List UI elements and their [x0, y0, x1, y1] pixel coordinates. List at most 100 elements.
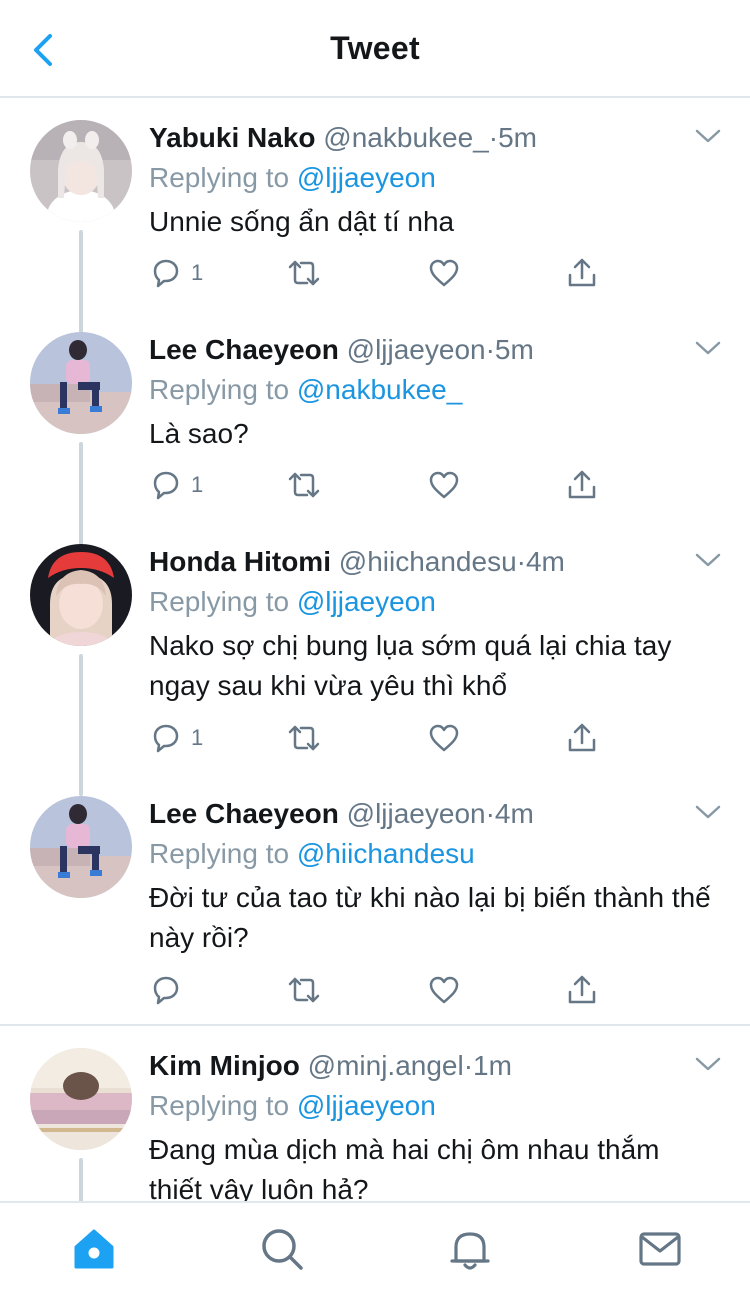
- heart-icon: [429, 976, 459, 1004]
- bottom-tab-bar: [0, 1201, 750, 1302]
- tweet-actions: 1: [149, 718, 609, 758]
- reply-icon: [153, 724, 179, 753]
- replying-to-handle[interactable]: @nakbukee_: [297, 374, 462, 405]
- retweet-button[interactable]: [287, 253, 321, 293]
- separator-dot: ·: [463, 1050, 474, 1081]
- chevron-down-icon[interactable]: [694, 338, 722, 358]
- reply-count: 1: [191, 472, 204, 497]
- tweet-text: Nako sợ chị bung lụa sớm quá lại chia ta…: [149, 630, 672, 701]
- user-handle[interactable]: @ljjaeyeon: [347, 798, 486, 829]
- replying-to-label: Replying to: [149, 162, 290, 193]
- share-icon: [568, 258, 596, 287]
- tweet-actions: [149, 970, 609, 1010]
- reply-count: 1: [191, 725, 204, 750]
- retweet-icon: [288, 472, 320, 498]
- replying-to-handle[interactable]: @ljjaeyeon: [297, 586, 436, 617]
- chevron-down-icon[interactable]: [694, 802, 722, 822]
- reply-button[interactable]: [149, 970, 191, 1010]
- separator-dot: ·: [485, 798, 495, 829]
- tweet[interactable]: Yabuki Nako @nakbukee_·5m Replying to @l…: [0, 120, 750, 340]
- user-handle[interactable]: @hiichandesu: [339, 546, 517, 577]
- like-button[interactable]: [427, 718, 461, 758]
- tweet-content: Honda Hitomi @hiichandesu·4m Replying to…: [149, 544, 720, 706]
- tweet-header: Yabuki Nako @nakbukee_·5m: [149, 120, 720, 156]
- replying-to-label: Replying to: [149, 374, 290, 405]
- reply-icon: [153, 471, 179, 500]
- divider: [0, 1024, 750, 1026]
- thread-line: [79, 442, 83, 552]
- display-name[interactable]: Yabuki Nako: [149, 122, 316, 153]
- timestamp: 1m: [473, 1050, 512, 1081]
- avatar[interactable]: [30, 332, 132, 434]
- replying-to-handle[interactable]: @ljjaeyeon: [297, 1090, 436, 1121]
- retweet-icon: [288, 260, 320, 286]
- user-handle[interactable]: @nakbukee_: [323, 122, 488, 153]
- notifications-icon[interactable]: [446, 1225, 494, 1273]
- retweet-button[interactable]: [287, 465, 321, 505]
- timestamp: 4m: [494, 798, 534, 829]
- tweet-content: Lee Chaeyeon @ljjaeyeon·4m Replying to @…: [149, 796, 720, 958]
- share-icon: [568, 723, 596, 752]
- separator-dot: ·: [488, 122, 499, 153]
- thread-line: [79, 230, 83, 340]
- replying-to-handle[interactable]: @ljjaeyeon: [297, 162, 436, 193]
- replying-to: Replying to @ljjaeyeon: [149, 584, 720, 620]
- tweet[interactable]: Lee Chaeyeon @ljjaeyeon·5m Replying to @…: [0, 332, 750, 552]
- retweet-button[interactable]: [287, 718, 321, 758]
- chevron-down-icon[interactable]: [694, 550, 722, 570]
- reply-count: 1: [191, 260, 204, 285]
- thread-line: [79, 1158, 83, 1201]
- user-handle[interactable]: @minj.angel: [308, 1050, 464, 1081]
- chevron-down-icon[interactable]: [694, 126, 722, 146]
- user-handle[interactable]: @ljjaeyeon: [347, 334, 486, 365]
- tweet[interactable]: Lee Chaeyeon @ljjaeyeon·4m Replying to @…: [0, 796, 750, 1024]
- reply-icon: [153, 976, 179, 1005]
- tweet-header: Honda Hitomi @hiichandesu·4m: [149, 544, 720, 580]
- timestamp: 5m: [498, 122, 537, 153]
- heart-icon: [429, 259, 459, 287]
- reply-button[interactable]: 1: [149, 253, 203, 293]
- like-button[interactable]: [427, 253, 461, 293]
- avatar[interactable]: [30, 796, 132, 898]
- display-name[interactable]: Lee Chaeyeon: [149, 334, 339, 365]
- tweet-text: Unnie sống ẩn dật tí nha: [149, 206, 455, 237]
- retweet-button[interactable]: [287, 970, 321, 1010]
- avatar[interactable]: [30, 120, 132, 222]
- tweet-text: Là sao?: [149, 418, 249, 449]
- share-button[interactable]: [565, 465, 599, 505]
- display-name[interactable]: Kim Minjoo: [149, 1050, 300, 1081]
- tweet-content: Kim Minjoo @minj.angel·1m Replying to @l…: [149, 1048, 720, 1201]
- retweet-icon: [288, 725, 320, 751]
- replying-to-label: Replying to: [149, 1090, 290, 1121]
- share-icon: [568, 975, 596, 1004]
- retweet-icon: [288, 977, 320, 1003]
- avatar[interactable]: [30, 544, 132, 646]
- like-button[interactable]: [427, 970, 461, 1010]
- share-button[interactable]: [565, 718, 599, 758]
- reply-button[interactable]: 1: [149, 465, 203, 505]
- replying-to-label: Replying to: [149, 838, 290, 869]
- search-icon[interactable]: [258, 1225, 306, 1273]
- messages-icon[interactable]: [636, 1225, 684, 1273]
- thread-line: [79, 654, 83, 796]
- tweet-actions: 1: [149, 465, 609, 505]
- heart-icon: [429, 724, 459, 752]
- tweet-content: Yabuki Nako @nakbukee_·5m Replying to @l…: [149, 120, 720, 242]
- timestamp: 4m: [525, 546, 565, 577]
- like-button[interactable]: [427, 465, 461, 505]
- home-icon[interactable]: [70, 1225, 118, 1273]
- display-name[interactable]: Lee Chaeyeon: [149, 798, 339, 829]
- tweet-header: Lee Chaeyeon @ljjaeyeon·5m: [149, 332, 720, 368]
- tweet-text: Đời tư của tao từ khi nào lại bị biến th…: [149, 882, 711, 953]
- share-button[interactable]: [565, 253, 599, 293]
- tweet-text: Đang mùa dịch mà hai chị ôm nhau thắm th…: [149, 1134, 660, 1201]
- tweet[interactable]: Kim Minjoo @minj.angel·1m Replying to @l…: [0, 1048, 750, 1201]
- tweet[interactable]: Honda Hitomi @hiichandesu·4m Replying to…: [0, 544, 750, 796]
- avatar[interactable]: [30, 1048, 132, 1150]
- reply-button[interactable]: 1: [149, 718, 203, 758]
- chevron-down-icon[interactable]: [694, 1054, 722, 1074]
- share-button[interactable]: [565, 970, 599, 1010]
- display-name[interactable]: Honda Hitomi: [149, 546, 331, 577]
- replying-to-handle[interactable]: @hiichandesu: [297, 838, 475, 869]
- replying-to: Replying to @ljjaeyeon: [149, 1088, 720, 1124]
